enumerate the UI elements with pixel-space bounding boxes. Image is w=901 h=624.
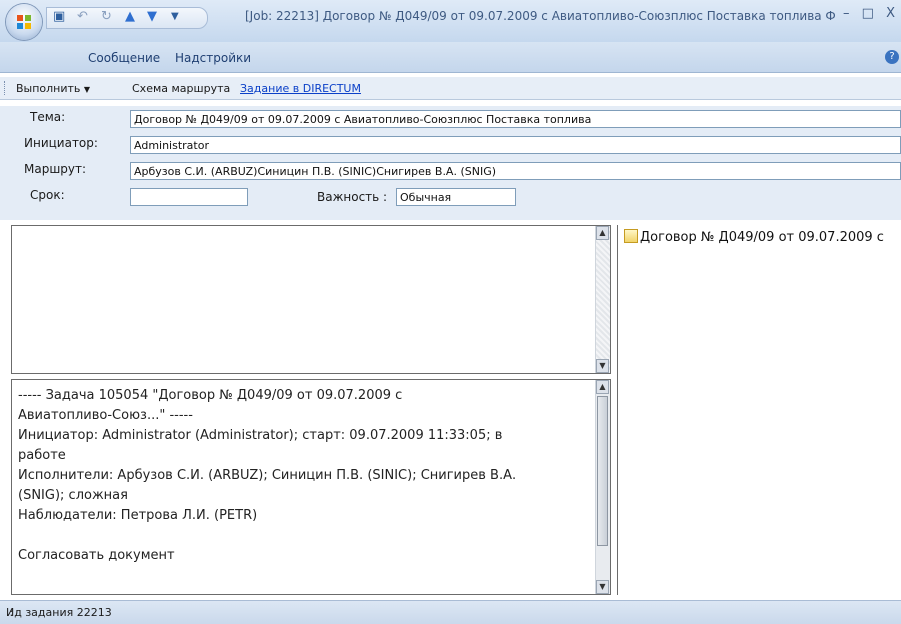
route-label: Маршрут: — [24, 162, 87, 176]
task-header-form: Тема: Договор № Д049/09 от 09.07.2009 с … — [0, 106, 901, 220]
message-line: Наблюдатели: Петрова Л.И. (PETR) — [18, 508, 258, 523]
help-icon[interactable]: ? — [885, 50, 899, 64]
message-line: Инициатор: Administrator (Administrator)… — [18, 428, 503, 443]
message-line: работе — [18, 448, 66, 463]
chevron-down-icon: ▼ — [83, 85, 91, 94]
window-title: [Job: 22213] Договор № Д049/09 от 09.07.… — [245, 9, 836, 23]
route-field[interactable]: Арбузов С.И. (ARBUZ)Синицин П.В. (SINIC)… — [130, 162, 901, 180]
scroll-up-icon[interactable]: ▲ — [596, 226, 609, 240]
message-line: Исполнители: Арбузов С.И. (ARBUZ); Синиц… — [18, 468, 517, 483]
initiator-field[interactable]: Administrator — [130, 136, 901, 154]
undo-icon[interactable]: ↶ — [77, 10, 88, 24]
toolbar-grip-icon[interactable] — [4, 81, 7, 95]
next-item-icon[interactable]: ▼ — [147, 10, 157, 24]
message-scrollbar[interactable]: ▲ ▼ — [595, 380, 610, 594]
attachments-pane: Договор № Д049/09 от 09.07.2009 с — [617, 225, 901, 595]
notes-scrollbar[interactable]: ▲ ▼ — [595, 226, 610, 373]
previous-item-icon[interactable]: ▲ — [125, 10, 135, 24]
minimize-button[interactable]: – — [843, 6, 850, 21]
scroll-down-icon[interactable]: ▼ — [596, 580, 609, 594]
route-scheme-button[interactable]: Схема маршрута — [132, 82, 230, 95]
subject-field[interactable]: Договор № Д049/09 от 09.07.2009 с Авиато… — [130, 110, 901, 128]
tab-message[interactable]: Сообщение — [88, 51, 160, 65]
importance-field[interactable]: Обычная — [396, 188, 516, 206]
window-controls: – □ X — [835, 6, 895, 21]
deadline-label: Срок: — [30, 188, 65, 202]
message-line: Согласовать документ — [18, 548, 175, 563]
directum-task-link[interactable]: Задание в DIRECTUM — [240, 82, 361, 95]
scroll-thumb[interactable] — [597, 396, 608, 546]
message-body-pane[interactable]: ----- Задача 105054 "Договор № Д049/09 о… — [11, 379, 611, 595]
maximize-button[interactable]: □ — [862, 6, 874, 21]
message-line — [18, 526, 588, 546]
document-attachment-icon — [624, 229, 638, 243]
status-bar: Ид задания 22213 .: — [0, 600, 901, 624]
execute-label: Выполнить — [16, 82, 81, 95]
attachment-item[interactable]: Договор № Д049/09 от 09.07.2009 с — [624, 229, 884, 245]
save-icon[interactable]: ▣ — [53, 10, 65, 24]
execute-button[interactable]: Выполнить ▼ — [16, 82, 90, 95]
customize-qat-icon[interactable]: ▼ — [171, 10, 179, 24]
outlook-task-window: ▣ ↶ ↻ ▲ ▼ ▼ [Job: 22213] Договор № Д049/… — [0, 0, 901, 624]
close-button[interactable]: X — [886, 6, 895, 21]
title-bar: ▣ ↶ ↻ ▲ ▼ ▼ [Job: 22213] Договор № Д049/… — [0, 0, 901, 42]
tab-addins[interactable]: Надстройки — [175, 51, 251, 65]
resize-grip-icon[interactable]: .: — [6, 606, 898, 619]
scroll-down-icon[interactable]: ▼ — [596, 359, 609, 373]
deadline-field[interactable] — [130, 188, 248, 206]
subject-label: Тема: — [30, 110, 66, 124]
quick-access-toolbar: ▣ ↶ ↻ ▲ ▼ ▼ — [46, 7, 208, 29]
ribbon-tabs: Сообщение Надстройки ? — [0, 42, 901, 73]
message-line: ----- Задача 105054 "Договор № Д049/09 о… — [18, 388, 403, 403]
notes-pane[interactable]: ▲ ▼ — [11, 225, 611, 374]
importance-label: Важность : — [317, 190, 388, 204]
scroll-up-icon[interactable]: ▲ — [596, 380, 609, 394]
message-body: ----- Задача 105054 "Договор № Д049/09 о… — [18, 386, 588, 566]
office-button[interactable] — [6, 4, 42, 40]
command-toolbar: Выполнить ▼ Схема маршрута Задание в DIR… — [0, 77, 901, 100]
office-logo-icon — [17, 15, 31, 29]
message-line: Авиатопливо-Союз..." ----- — [18, 408, 193, 423]
attachment-name: Договор № Д049/09 от 09.07.2009 с — [640, 230, 884, 245]
initiator-label: Инициатор: — [24, 136, 98, 150]
redo-icon[interactable]: ↻ — [101, 10, 112, 24]
message-line: (SNIG); сложная — [18, 488, 128, 503]
